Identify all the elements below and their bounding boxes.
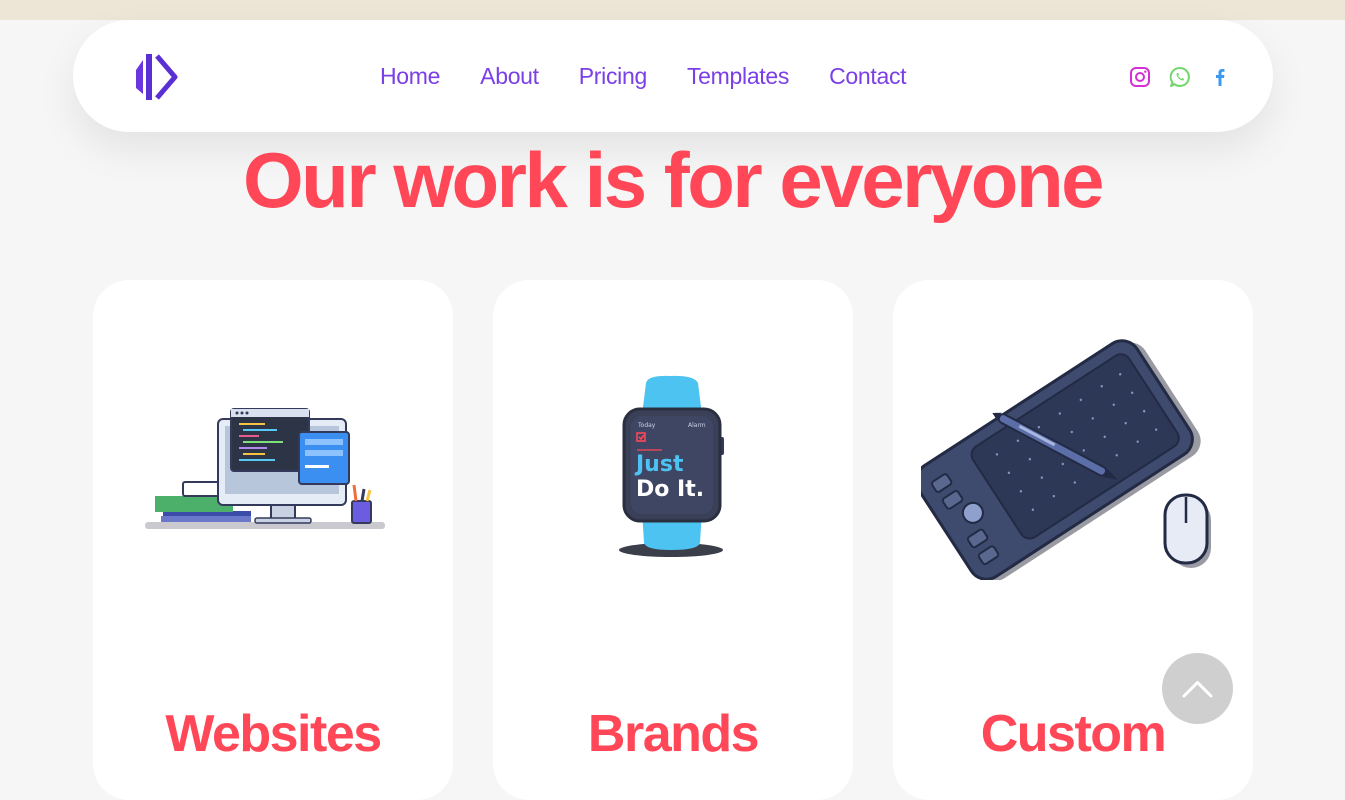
nav-links: Home About Pricing Templates Contact xyxy=(380,61,907,93)
top-banner-strip xyxy=(0,0,1345,20)
svg-text:Alarm: Alarm xyxy=(688,422,706,429)
watch-text-line2: Do It. xyxy=(636,477,704,502)
service-card-brands[interactable]: Today Alarm Just Do It. Brands xyxy=(493,280,853,800)
hero-headline: Our work is for everyone xyxy=(243,136,1104,224)
card-title: Websites xyxy=(165,705,382,763)
nav-link-home[interactable]: Home xyxy=(380,61,440,93)
smartwatch-illustration: Today Alarm Just Do It. xyxy=(619,375,724,557)
nav-link-contact[interactable]: Contact xyxy=(829,61,906,93)
computer-desk-illustration xyxy=(145,408,385,529)
nav-link-pricing[interactable]: Pricing xyxy=(579,61,648,93)
instagram-icon[interactable] xyxy=(1128,65,1152,89)
watch-text-line1: Just xyxy=(634,452,684,477)
chevron-up-icon xyxy=(1182,681,1213,698)
navbar: Home About Pricing Templates Contact xyxy=(73,20,1273,132)
service-card-websites[interactable]: Websites xyxy=(93,280,453,800)
drawing-tablet-illustration xyxy=(921,339,1211,580)
nav-link-about[interactable]: About xyxy=(480,61,539,93)
scroll-to-top-button[interactable] xyxy=(1162,653,1233,724)
card-title: Brands xyxy=(587,705,760,763)
brand-logo[interactable] xyxy=(131,50,179,104)
whatsapp-icon[interactable] xyxy=(1168,65,1192,89)
facebook-icon[interactable] xyxy=(1208,65,1232,89)
nav-link-templates[interactable]: Templates xyxy=(687,61,789,93)
svg-text:Today: Today xyxy=(637,422,656,429)
